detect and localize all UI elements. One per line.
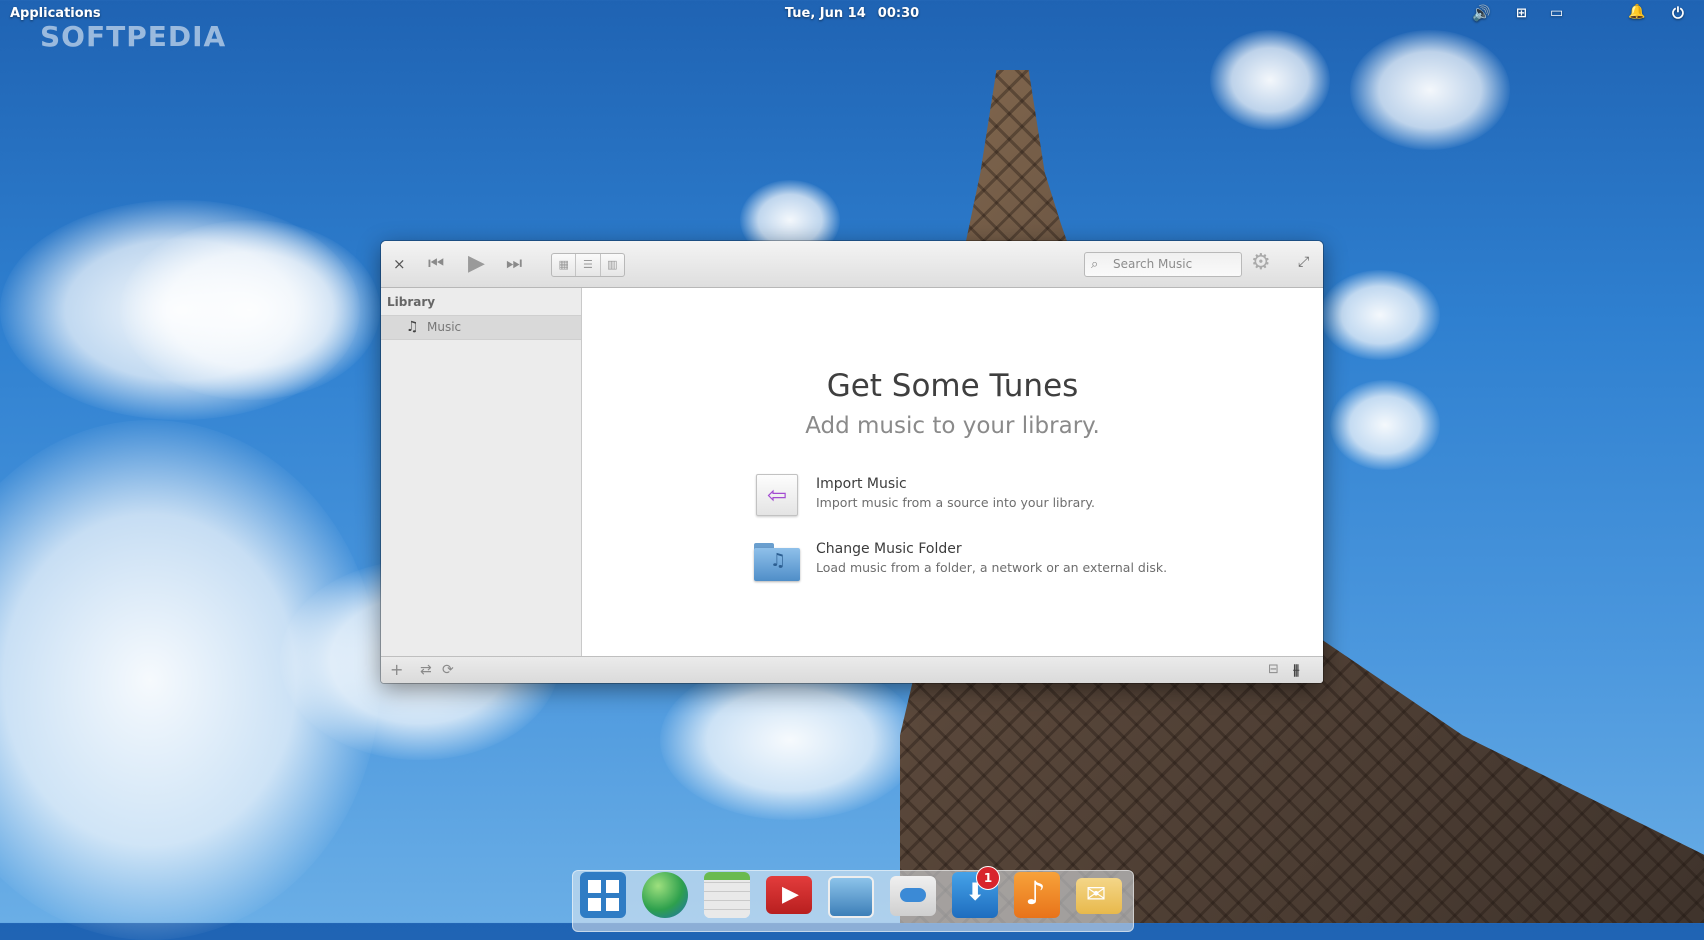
system-settings-icon[interactable] [890, 876, 936, 916]
option-title: Change Music Folder [816, 541, 962, 557]
videos-app-icon[interactable]: ▶ [766, 876, 812, 914]
close-button[interactable]: × [393, 255, 406, 273]
battery-icon[interactable]: ▭ [1550, 5, 1563, 21]
search-placeholder: Search Music [1113, 257, 1193, 271]
calendar-app-icon[interactable] [704, 872, 750, 918]
play-button[interactable]: ▶ [468, 251, 485, 276]
option-description: Load music from a folder, a network or a… [816, 560, 1168, 575]
welcome-title: Get Some Tunes [826, 368, 1079, 404]
top-panel: Applications Tue, Jun 14 00:30 🔊 ⊞ ▭ 🔔 ⏻ [0, 0, 1704, 28]
column-view-icon[interactable]: ▥ [601, 254, 624, 276]
music-folder-icon: ♫ [754, 543, 800, 581]
option-title: Import Music [816, 476, 907, 492]
clock[interactable]: Tue, Jun 14 00:30 [0, 6, 1704, 21]
notifications-icon[interactable]: 🔔 [1628, 4, 1645, 20]
search-icon: ⌕ [1091, 257, 1099, 272]
info-panel-icon[interactable]: ⊟ [1268, 662, 1279, 677]
bottom-toolbar: + ⇄ ⟳ ⊟ ⫵ [381, 656, 1323, 683]
date-label: Tue, Jun 14 [784, 6, 866, 21]
update-count-badge: 1 [976, 866, 1000, 890]
shuffle-button[interactable]: ⇄ [420, 662, 432, 678]
sidebar-header: Library [387, 295, 436, 309]
sidebar-item-music[interactable]: ♫ Music [381, 315, 581, 340]
power-icon[interactable]: ⏻ [1672, 4, 1684, 22]
time-label: 00:30 [877, 6, 920, 21]
import-arrow-icon: ⇦ [756, 474, 798, 516]
network-icon[interactable]: ⊞ [1516, 6, 1527, 21]
music-app-icon[interactable]: ♪ [1014, 872, 1060, 918]
next-button[interactable]: ⏭ [506, 253, 522, 274]
titlebar[interactable]: × ⏮ ▶ ⏭ ▦ ☰ ▥ ⌕ Search Music ⚙ ⤢ [381, 241, 1323, 288]
music-window: × ⏮ ▶ ⏭ ▦ ☰ ▥ ⌕ Search Music ⚙ ⤢ Library… [381, 241, 1323, 683]
import-music-option[interactable]: ⇦ Import Music Import music from a sourc… [750, 474, 1170, 522]
previous-button[interactable]: ⏮ [428, 253, 444, 274]
gear-icon[interactable]: ⚙ [1251, 250, 1271, 275]
search-field[interactable]: ⌕ Search Music [1084, 252, 1242, 277]
change-music-folder-option[interactable]: ♫ Change Music Folder Load music from a … [750, 539, 1170, 587]
repeat-button[interactable]: ⟳ [442, 662, 454, 678]
music-note-icon: ♫ [406, 319, 419, 335]
equalizer-icon[interactable]: ⫵ [1293, 662, 1299, 678]
view-mode-switcher[interactable]: ▦ ☰ ▥ [551, 253, 625, 277]
web-browser-icon[interactable] [642, 872, 688, 918]
expand-icon[interactable]: ⤢ [1298, 254, 1309, 270]
mail-app-icon[interactable]: ✉ [1076, 878, 1122, 914]
files-app-icon[interactable] [580, 872, 626, 918]
sidebar-item-label: Music [427, 320, 462, 334]
grid-view-icon[interactable]: ▦ [552, 254, 577, 276]
sidebar: Library ♫ Music [381, 288, 582, 656]
welcome-view: Get Some Tunes Add music to your library… [582, 288, 1323, 656]
list-view-icon[interactable]: ☰ [576, 254, 601, 276]
add-playlist-button[interactable]: + [390, 660, 403, 679]
volume-icon[interactable]: 🔊 [1472, 4, 1491, 22]
welcome-subtitle: Add music to your library. [805, 413, 1100, 439]
option-description: Import music from a source into your lib… [816, 495, 1095, 510]
photos-app-icon[interactable] [828, 876, 874, 918]
